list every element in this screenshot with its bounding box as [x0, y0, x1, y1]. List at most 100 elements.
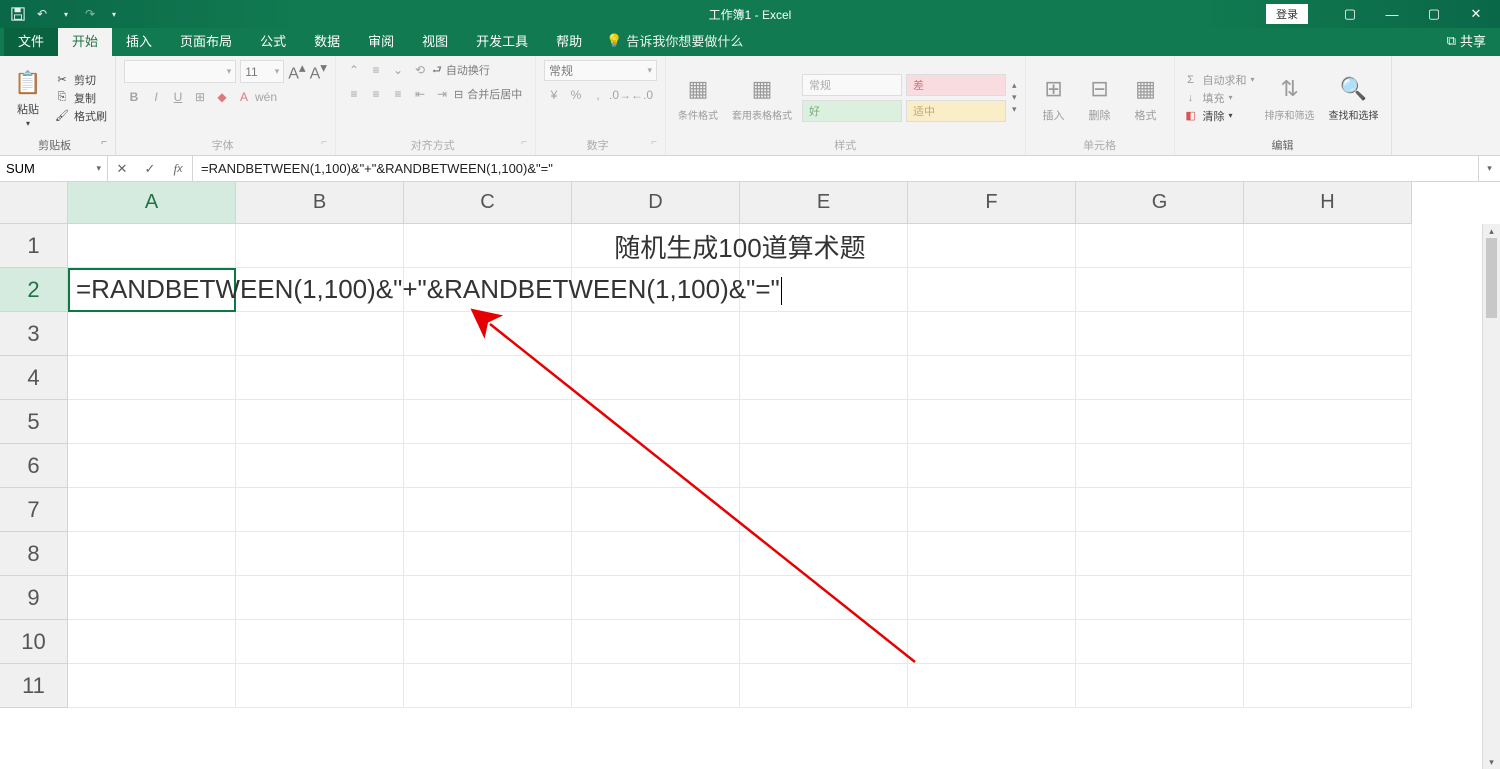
cell-C5[interactable] — [404, 400, 572, 444]
row-header-11[interactable]: 11 — [0, 664, 68, 708]
cell-G9[interactable] — [1076, 576, 1244, 620]
cell-G7[interactable] — [1076, 488, 1244, 532]
cell-C6[interactable] — [404, 444, 572, 488]
cell-H2[interactable] — [1244, 268, 1412, 312]
align-right-icon[interactable]: ≡ — [388, 84, 408, 104]
qat-customize-icon[interactable]: ▾ — [104, 4, 124, 24]
delete-cells-button[interactable]: ⊟删除 — [1080, 71, 1120, 125]
cell-G11[interactable] — [1076, 664, 1244, 708]
minimize-button[interactable]: — — [1372, 0, 1412, 28]
gallery-up-icon[interactable]: ▴ — [1012, 80, 1017, 91]
save-icon[interactable] — [8, 4, 28, 24]
cell-E10[interactable] — [740, 620, 908, 664]
cell-F2[interactable] — [908, 268, 1076, 312]
cell-H10[interactable] — [1244, 620, 1412, 664]
cell-A11[interactable] — [68, 664, 236, 708]
cell-H3[interactable] — [1244, 312, 1412, 356]
cell-F5[interactable] — [908, 400, 1076, 444]
phonetic-button[interactable]: wén — [256, 87, 276, 107]
cell-B5[interactable] — [236, 400, 404, 444]
row-header-8[interactable]: 8 — [0, 532, 68, 576]
currency-button[interactable]: ¥ — [544, 85, 564, 105]
cell-D8[interactable] — [572, 532, 740, 576]
style-normal[interactable]: 常规 — [802, 74, 902, 96]
align-bottom-icon[interactable]: ⌄ — [388, 60, 408, 80]
find-select-button[interactable]: 🔍查找和选择 — [1325, 71, 1383, 124]
tab-file[interactable]: 文件 — [4, 25, 58, 56]
tab-developer[interactable]: 开发工具 — [462, 25, 542, 56]
tab-formulas[interactable]: 公式 — [246, 25, 300, 56]
gallery-more-icon[interactable]: ▾ — [1012, 104, 1017, 115]
cell-G8[interactable] — [1076, 532, 1244, 576]
col-header-F[interactable]: F — [908, 182, 1076, 224]
tell-me-search[interactable]: 💡 告诉我你想要做什么 — [596, 25, 753, 56]
cell-D5[interactable] — [572, 400, 740, 444]
cell-A9[interactable] — [68, 576, 236, 620]
undo-dropdown-icon[interactable]: ▾ — [56, 4, 76, 24]
cell-H9[interactable] — [1244, 576, 1412, 620]
cell-A10[interactable] — [68, 620, 236, 664]
increase-font-icon[interactable]: A▴ — [288, 60, 305, 83]
cell-H4[interactable] — [1244, 356, 1412, 400]
number-launcher[interactable]: ⌐ — [651, 137, 657, 148]
cell-B3[interactable] — [236, 312, 404, 356]
cell-E5[interactable] — [740, 400, 908, 444]
cell-H7[interactable] — [1244, 488, 1412, 532]
row-header-5[interactable]: 5 — [0, 400, 68, 444]
tab-data[interactable]: 数据 — [300, 25, 354, 56]
row-header-1[interactable]: 1 — [0, 224, 68, 268]
underline-button[interactable]: U — [168, 87, 188, 107]
cell-B10[interactable] — [236, 620, 404, 664]
insert-function-button[interactable]: fx — [164, 161, 192, 177]
cell-C9[interactable] — [404, 576, 572, 620]
tab-view[interactable]: 视图 — [408, 25, 462, 56]
italic-button[interactable]: I — [146, 87, 166, 107]
cell-E8[interactable] — [740, 532, 908, 576]
cell-C3[interactable] — [404, 312, 572, 356]
col-header-A[interactable]: A — [68, 182, 236, 224]
align-left-icon[interactable]: ≡ — [344, 84, 364, 104]
cell-E4[interactable] — [740, 356, 908, 400]
cell-B7[interactable] — [236, 488, 404, 532]
cell-A8[interactable] — [68, 532, 236, 576]
font-size-combo[interactable]: 11▾ — [240, 60, 284, 83]
cell-A4[interactable] — [68, 356, 236, 400]
cell-F11[interactable] — [908, 664, 1076, 708]
cell-G4[interactable] — [1076, 356, 1244, 400]
cell-A5[interactable] — [68, 400, 236, 444]
cell-A2[interactable] — [68, 268, 236, 312]
cell-C2[interactable] — [404, 268, 572, 312]
select-all-corner[interactable] — [0, 182, 68, 224]
clipboard-launcher[interactable]: ⌐ — [101, 137, 107, 148]
cell-D10[interactable] — [572, 620, 740, 664]
sort-filter-button[interactable]: ⇅排序和筛选 — [1261, 71, 1319, 124]
formula-expand-button[interactable]: ▾ — [1478, 156, 1500, 181]
cell-H11[interactable] — [1244, 664, 1412, 708]
row-header-3[interactable]: 3 — [0, 312, 68, 356]
format-table-button[interactable]: ▦ 套用表格格式 — [728, 71, 796, 124]
align-middle-icon[interactable]: ≡ — [366, 60, 386, 80]
tab-review[interactable]: 审阅 — [354, 25, 408, 56]
cell-A7[interactable] — [68, 488, 236, 532]
col-header-D[interactable]: D — [572, 182, 740, 224]
col-header-H[interactable]: H — [1244, 182, 1412, 224]
gallery-down-icon[interactable]: ▾ — [1012, 92, 1017, 103]
align-top-icon[interactable]: ⌃ — [344, 60, 364, 80]
fill-button[interactable]: ↓填充▾ — [1183, 90, 1255, 106]
cell-F6[interactable] — [908, 444, 1076, 488]
increase-decimal-icon[interactable]: .0→ — [610, 85, 630, 105]
decrease-decimal-icon[interactable]: ←.0 — [632, 85, 652, 105]
cell-styles-gallery[interactable]: 常规 差 好 适中 — [802, 74, 1006, 122]
row-header-4[interactable]: 4 — [0, 356, 68, 400]
cell-G10[interactable] — [1076, 620, 1244, 664]
tab-help[interactable]: 帮助 — [542, 25, 596, 56]
cell-B4[interactable] — [236, 356, 404, 400]
cell-H1[interactable] — [1244, 224, 1412, 268]
cell-F7[interactable] — [908, 488, 1076, 532]
name-box[interactable]: SUM ▾ — [0, 156, 108, 181]
cell-C4[interactable] — [404, 356, 572, 400]
tab-home[interactable]: 开始 — [58, 25, 112, 56]
row-header-2[interactable]: 2 — [0, 268, 68, 312]
format-cells-button[interactable]: ▦格式 — [1126, 71, 1166, 125]
font-name-combo[interactable]: ▾ — [124, 60, 236, 83]
